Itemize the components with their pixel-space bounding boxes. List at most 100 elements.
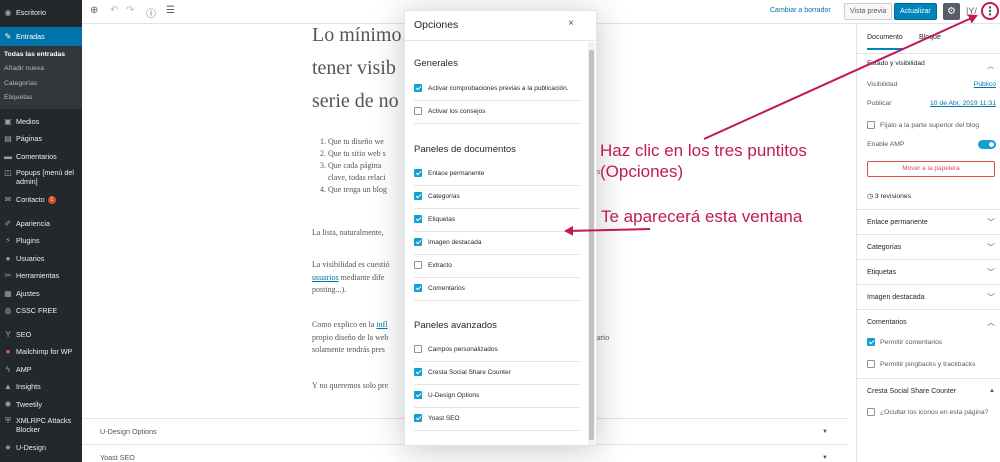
sidebar-item-ajustes[interactable]: ▦ Ajustes: [0, 285, 82, 303]
checkbox[interactable]: [414, 345, 422, 354]
submenu-categories[interactable]: Categorías: [0, 77, 82, 92]
checkbox[interactable]: [414, 284, 422, 293]
sidebar-item-usuarios[interactable]: ● Usuarios: [0, 250, 82, 268]
cresta-hide-row[interactable]: ¿Ocultar los iconos en esta página?: [867, 408, 988, 416]
heading-line-1[interactable]: Lo mínimo: [312, 24, 401, 47]
sidebar-item-mailchimp[interactable]: ● Mailchimp for WP: [0, 343, 82, 361]
option-tips[interactable]: Activar los consejos: [414, 101, 580, 124]
panel-featured-image[interactable]: Imagen destacada ﹀: [857, 284, 1000, 309]
publish-date-link[interactable]: 10 de Abr, 2019 11:31: [930, 100, 996, 107]
outline-icon[interactable]: ☰: [166, 5, 175, 16]
option-udesign[interactable]: U-Design Options: [414, 385, 580, 408]
panel-cresta[interactable]: Cresta Social Share Counter ▲: [857, 378, 1000, 403]
tab-block[interactable]: Bloque: [919, 34, 941, 41]
option-comments[interactable]: Comentarios: [414, 278, 580, 301]
settings-icon: ▦: [4, 288, 12, 298]
allow-pingbacks-row[interactable]: Permitir pingbacks y trackbacks: [867, 360, 976, 368]
sidebar-item-contacto[interactable]: ✉ Contacto 1: [0, 191, 82, 209]
sidebar-item-xmlrpc[interactable]: ⛨ XMLRPC Attacks Blocker: [0, 413, 82, 439]
amp-toggle[interactable]: [978, 140, 996, 149]
sidebar-item-label: Comentarios: [16, 151, 57, 161]
panel-permalink[interactable]: Enlace permanente ﹀: [857, 209, 1000, 234]
preview-button[interactable]: Vista previa: [844, 3, 893, 20]
wrench-icon: ✂: [4, 271, 12, 281]
content-list[interactable]: Que tu diseño we Que tu sitio web s Que …: [312, 136, 387, 196]
checkbox[interactable]: [414, 215, 422, 224]
checkbox[interactable]: [414, 368, 422, 377]
option-permalink[interactable]: Enlace permanente: [414, 163, 580, 186]
paragraph[interactable]: Como explico en la infl propio diseño de…: [312, 319, 412, 357]
stick-to-top-checkbox[interactable]: [867, 121, 875, 129]
sidebar-item-comentarios[interactable]: ▬ Comentarios: [0, 148, 82, 166]
paragraph[interactable]: La lista, naturalmente,: [312, 227, 384, 240]
sidebar-item-cssc[interactable]: ◍ CSSC FREE: [0, 302, 82, 320]
option-tags[interactable]: Etiquetas: [414, 209, 580, 232]
checkbox[interactable]: [414, 391, 422, 400]
revisions-row[interactable]: ◷ 3 revisiones: [867, 192, 911, 200]
option-custom-fields[interactable]: Campos personalizados: [414, 339, 580, 362]
option-featured-image[interactable]: Imagen destacada: [414, 232, 580, 255]
sidebar-item-apariencia[interactable]: ✐ Apariencia: [0, 215, 82, 233]
influence-link[interactable]: infl: [376, 320, 387, 329]
undo-icon[interactable]: ↶: [110, 5, 118, 16]
visibility-value-link[interactable]: Público: [974, 81, 996, 88]
users-link[interactable]: usuarios: [312, 273, 339, 282]
checkbox[interactable]: [414, 414, 422, 423]
panel-comments[interactable]: Comentarios ︿: [857, 309, 1000, 334]
move-to-trash-button[interactable]: Mover a la papelera: [867, 161, 995, 177]
modal-scrollbar[interactable]: [588, 42, 595, 445]
sidebar-item-medios[interactable]: ▣ Medios: [0, 113, 82, 131]
add-block-icon[interactable]: ⊕: [90, 5, 98, 16]
checkbox[interactable]: [414, 238, 422, 247]
checkbox[interactable]: [414, 261, 422, 270]
checkbox[interactable]: [414, 169, 422, 178]
paragraph[interactable]: La visibilidad es cuestió usuarios media…: [312, 259, 412, 297]
paragraph[interactable]: Y no queremos solo pre: [312, 380, 388, 393]
option-excerpt[interactable]: Extracto: [414, 255, 580, 278]
option-prepublish-checks[interactable]: Activar comprobaciones previas a la publ…: [414, 78, 580, 101]
sidebar-item-entradas[interactable]: ✎ Entradas: [0, 26, 82, 46]
yoast-toolbar-icon[interactable]: |Y/: [966, 6, 977, 16]
meta-box-yoast[interactable]: Yoast SEO ▼: [82, 444, 848, 462]
checkbox-label: ¿Ocultar los iconos en esta página?: [880, 408, 989, 416]
sidebar-item-seo[interactable]: Y SEO: [0, 326, 82, 344]
sidebar-item-herramientas[interactable]: ✂ Herramientas: [0, 267, 82, 285]
switch-to-draft-link[interactable]: Cambiar a borrador: [770, 7, 831, 14]
sidebar-item-insights[interactable]: ▲ Insights: [0, 378, 82, 396]
panel-tags[interactable]: Etiquetas ﹀: [857, 259, 1000, 284]
info-icon[interactable]: ⓘ: [146, 5, 156, 20]
option-cresta[interactable]: Cresta Social Share Counter: [414, 362, 580, 385]
option-label: Campos personalizados: [428, 346, 498, 353]
status-visibility-title[interactable]: Estado y visibilidad: [867, 60, 925, 67]
sidebar-item-escritorio[interactable]: ◉ Escritorio: [0, 4, 82, 22]
cresta-hide-checkbox[interactable]: [867, 408, 875, 416]
heading-line-3[interactable]: serie de no: [312, 90, 399, 113]
gear-icon[interactable]: ⚙: [943, 3, 960, 20]
checkbox[interactable]: [414, 107, 422, 116]
panel-categories[interactable]: Categorías ﹀: [857, 234, 1000, 259]
sidebar-item-udesign[interactable]: ★ U-Design: [0, 439, 82, 457]
checkbox[interactable]: [414, 84, 422, 93]
scrollbar-thumb[interactable]: [589, 50, 594, 440]
option-yoast[interactable]: Yoast SEO: [414, 408, 580, 431]
allow-pingbacks-checkbox[interactable]: [867, 360, 875, 368]
sidebar-item-label: Apariencia: [16, 218, 50, 228]
sidebar-item-popups[interactable]: ◫ Popups [menú del admin]: [0, 165, 82, 191]
close-icon[interactable]: ×: [568, 18, 574, 29]
redo-icon[interactable]: ↷: [126, 5, 134, 16]
update-button[interactable]: Actualizar: [894, 3, 937, 20]
allow-comments-row[interactable]: Permitir comentarios: [867, 338, 942, 346]
tab-document[interactable]: Documento: [867, 34, 903, 50]
option-categories[interactable]: Categorías: [414, 186, 580, 209]
stick-to-top-row[interactable]: Fíjalo a la parte superior del blog: [867, 121, 979, 129]
checkbox[interactable]: [414, 192, 422, 201]
sidebar-item-amp[interactable]: ϟ AMP: [0, 361, 82, 379]
heading-line-2[interactable]: tener visib: [312, 57, 396, 80]
sidebar-item-paginas[interactable]: ▤ Páginas: [0, 130, 82, 148]
submenu-add-new[interactable]: Añadir nueva: [0, 62, 82, 77]
submenu-tags[interactable]: Etiquetas: [0, 91, 82, 106]
sidebar-item-tweetily[interactable]: ✱ Tweetily: [0, 396, 82, 414]
submenu-all-posts[interactable]: Todas las entradas: [0, 48, 82, 63]
allow-comments-checkbox[interactable]: [867, 338, 875, 346]
sidebar-item-plugins[interactable]: ⚡ Plugins: [0, 232, 82, 250]
